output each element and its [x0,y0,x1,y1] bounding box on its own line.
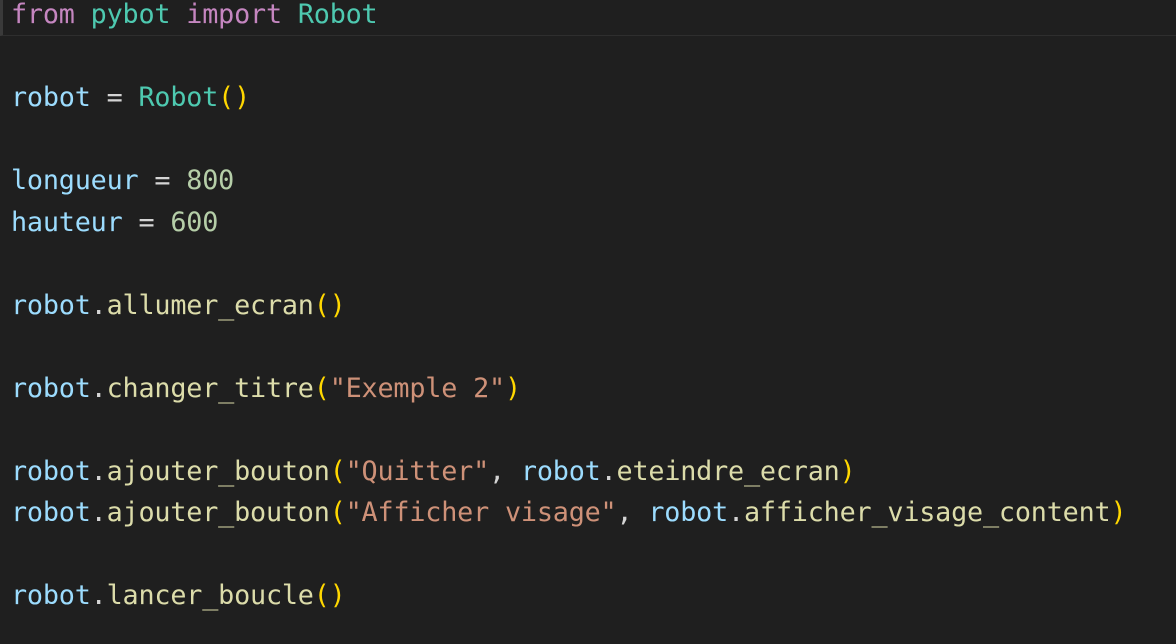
code-token-variable: robot [11,497,91,528]
code-token-operator: = [138,165,187,196]
code-token-bracket: ) [839,455,856,487]
code-token-function: afficher_visage_content [743,497,1111,528]
code-token-function: changer_titre [106,372,314,404]
code-token-bracket: () [313,289,346,321]
code-token-keyword: import [186,0,282,30]
code-token-punctuation: , [616,497,649,528]
code-line: from pybot import Robot [11,0,1176,39]
code-token-punctuation: . [90,289,107,321]
code-token-operator: = [122,206,171,238]
code-editor[interactable]: from pybot import Robot robot = Robot() … [0,0,1176,644]
code-token-punctuation [75,0,91,30]
code-token-bracket: ) [504,372,521,404]
code-token-punctuation: . [600,455,617,487]
code-token-variable: longueur [11,165,139,196]
code-token-module: pybot [90,0,171,30]
code-token-bracket: ( [313,372,330,404]
code-token-punctuation: . [728,497,744,528]
code-token-class: Robot [297,0,378,30]
code-token-variable: robot [11,372,91,404]
code-token-variable: robot [520,455,601,487]
code-token-variable: hauteur [11,206,123,238]
code-token-punctuation [170,0,186,30]
code-token-operator: = [90,82,139,113]
code-token-class: Robot [138,82,219,113]
code-line: robot.allumer_ecran() [11,288,1176,330]
code-token-punctuation: , [489,455,521,487]
code-token-variable: robot [648,497,729,528]
code-line: longueur = 800 [11,163,1176,205]
code-token-function: eteindre_ecran [616,455,840,487]
code-token-function: allumer_ecran [106,289,314,321]
code-token-keyword: from [11,0,75,30]
code-token-function: ajouter_bouton [106,497,330,528]
code-token-variable: robot [11,455,91,487]
code-line: robot.ajouter_bouton("Quitter", robot.et… [11,454,1176,496]
code-line: hauteur = 600 [11,205,1176,247]
code-token-bracket: () [218,82,251,113]
code-token-number: 600 [170,206,219,238]
code-token-number: 800 [186,165,235,196]
code-token-punctuation [282,0,298,30]
code-token-bracket: () [313,580,346,611]
code-token-punctuation: . [90,455,107,487]
code-token-function: lancer_boucle [106,580,314,611]
code-token-variable: robot [11,82,91,113]
code-token-punctuation: . [90,372,107,404]
code-token-bracket: ( [329,497,346,528]
code-token-variable: robot [11,580,91,611]
code-token-bracket: ( [329,455,346,487]
code-token-variable: robot [11,289,91,321]
code-token-punctuation: . [90,580,107,611]
code-token-string: "Afficher visage" [345,497,617,528]
code-line: robot.changer_titre("Exemple 2") [11,371,1176,413]
code-area[interactable]: from pybot import Robot robot = Robot() … [11,0,1176,620]
code-token-bracket: ) [1110,497,1127,528]
code-line: robot = Robot() [11,80,1176,122]
code-line: robot.ajouter_bouton("Afficher visage", … [11,495,1176,537]
code-token-function: ajouter_bouton [106,455,330,487]
code-token-string: "Quitter" [345,455,490,487]
code-line: robot.lancer_boucle() [11,578,1176,620]
code-token-punctuation: . [90,497,107,528]
code-token-string: "Exemple 2" [329,372,505,404]
